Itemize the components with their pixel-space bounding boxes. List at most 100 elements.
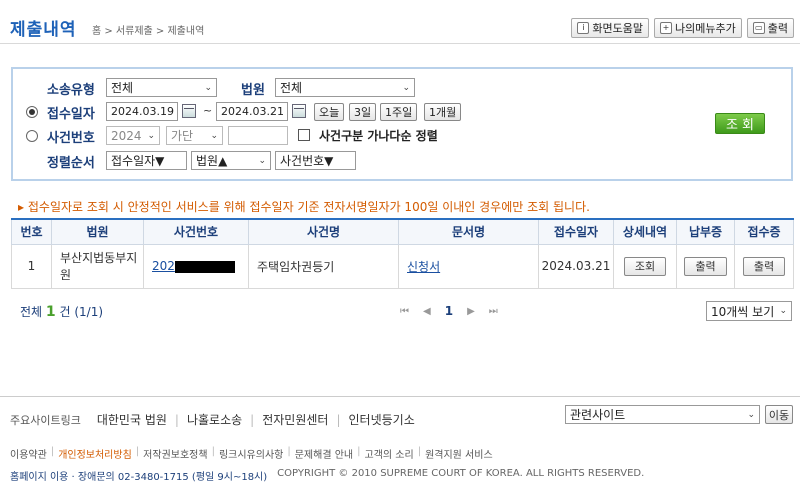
footer-link-court[interactable]: 대한민국 법원 bbox=[97, 411, 167, 428]
page-header: 제출내역 홈 > 서류제출 > 제출내역 i 화면도움말 + 나의메뉴추가 ▭ … bbox=[0, 0, 800, 44]
redacted-block bbox=[174, 260, 235, 273]
sort-select-2[interactable]: 법원▲ ⌄ bbox=[191, 151, 271, 170]
footer: 주요사이트링크 대한민국 법원 | 나홀로소송 | 전자민원센터 | 인터넷등기… bbox=[0, 396, 800, 496]
add-my-menu-button[interactable]: + 나의메뉴추가 bbox=[654, 18, 742, 38]
case-sort-checkbox[interactable] bbox=[298, 129, 310, 141]
cell-doc-name: 신청서 bbox=[398, 243, 539, 289]
table-row: 1 부산지법동부지원 202 주택임차권등기 신청서 2024.03.21 조회… bbox=[11, 243, 794, 289]
separator: | bbox=[50, 446, 55, 457]
footer-menu-voice[interactable]: 고객의 소리 bbox=[365, 446, 414, 461]
detail-view-button[interactable]: 조회 bbox=[623, 256, 667, 276]
related-site-select[interactable]: 관련사이트 ⌄ bbox=[565, 405, 760, 424]
breadcrumb: 홈 > 서류제출 > 제출내역 bbox=[92, 26, 205, 37]
chevron-down-icon: ⌄ bbox=[210, 130, 218, 141]
payment-print-button[interactable]: 출력 bbox=[684, 256, 727, 276]
cell-case-no[interactable]: 202 bbox=[143, 243, 249, 289]
first-page-icon[interactable]: ⏮ bbox=[400, 306, 409, 317]
case-no-input[interactable] bbox=[228, 126, 288, 145]
info-icon: i bbox=[577, 22, 590, 34]
chevron-down-icon: ⌄ bbox=[779, 306, 787, 316]
footer-menu-remote[interactable]: 원격지원 서비스 bbox=[425, 446, 493, 461]
lawsuit-type-label: 소송유형 bbox=[47, 83, 95, 98]
separator: | bbox=[135, 446, 140, 457]
col-header-date: 접수일자 bbox=[538, 218, 614, 245]
case-no-label: 사건번호 bbox=[47, 131, 95, 146]
footer-site-links: 주요사이트링크 대한민국 법원 | 나홀로소송 | 전자민원센터 | 인터넷등기… bbox=[10, 411, 415, 428]
date-to-input[interactable]: 2024.03.21 bbox=[216, 102, 288, 121]
total-suffix: 건 (1/1) bbox=[59, 305, 104, 319]
footer-menu-terms[interactable]: 이용약관 bbox=[10, 446, 47, 461]
col-header-receipt: 접수증 bbox=[734, 218, 794, 245]
notice-message: 접수일자로 조회 시 안정적인 서비스를 위해 접수일자 기준 전자서명일자가 … bbox=[27, 200, 590, 214]
separator: | bbox=[417, 446, 422, 457]
sort-select-3-value: 사건번호▼ bbox=[280, 154, 334, 168]
court-select[interactable]: 전체 ⌄ bbox=[275, 78, 415, 97]
help-button[interactable]: i 화면도움말 bbox=[571, 18, 650, 38]
chevron-down-icon: ⌄ bbox=[402, 82, 410, 93]
sort-order-label: 정렬순서 bbox=[47, 156, 95, 171]
case-no-link[interactable]: 202 bbox=[152, 259, 175, 273]
three-days-button[interactable]: 3일 bbox=[349, 103, 377, 121]
cell-no: 1 bbox=[11, 243, 52, 289]
search-panel: 소송유형 전체 ⌄ 법원 전체 ⌄ 접수일자 2024.03.19 ~ 2024.0… bbox=[11, 67, 793, 181]
cell-court: 부산지법동부지원 bbox=[51, 243, 144, 289]
calendar-icon[interactable] bbox=[182, 104, 196, 118]
print-button-label: 출력 bbox=[767, 22, 788, 35]
chevron-down-icon: ⌄ bbox=[204, 82, 212, 93]
date-separator: ~ bbox=[203, 104, 213, 117]
prev-page-icon[interactable]: ◀ bbox=[423, 306, 431, 317]
related-site-value: 관련사이트 bbox=[570, 408, 626, 422]
footer-link-e-civil[interactable]: 전자민원센터 bbox=[262, 411, 328, 428]
case-no-radio[interactable] bbox=[26, 130, 38, 142]
calendar-icon[interactable] bbox=[292, 104, 306, 118]
last-page-icon[interactable]: ⏭ bbox=[489, 306, 498, 317]
next-page-icon[interactable]: ▶ bbox=[467, 306, 475, 317]
footer-menu: 이용약관 | 개인정보처리방침 | 저작권보호정책 | 링크시유의사항 | 문제해결 안… bbox=[10, 446, 493, 461]
separator: | bbox=[250, 412, 255, 427]
case-kind-select[interactable]: 가단 ⌄ bbox=[166, 126, 223, 145]
page-title: 제출내역 bbox=[10, 20, 77, 40]
site-links-title: 주요사이트링크 bbox=[10, 413, 81, 427]
footer-menu-privacy[interactable]: 개인정보처리방침 bbox=[58, 446, 132, 461]
lawsuit-type-select[interactable]: 전체 ⌄ bbox=[106, 78, 217, 97]
footer-link-registry[interactable]: 인터넷등기소 bbox=[349, 411, 415, 428]
chevron-down-icon: ⌄ bbox=[147, 130, 155, 141]
cell-case-name: 주택임차권등기 bbox=[248, 243, 399, 289]
lawsuit-type-value: 전체 bbox=[111, 81, 134, 95]
col-header-doc-name: 문서명 bbox=[398, 218, 539, 245]
chevron-down-icon: ⌄ bbox=[747, 409, 755, 420]
doc-name-link[interactable]: 신청서 bbox=[407, 260, 440, 274]
total-count: 전체 1 건 (1/1) bbox=[20, 303, 103, 320]
col-header-case-no: 사건번호 bbox=[143, 218, 249, 245]
col-header-no: 번호 bbox=[11, 218, 52, 245]
footer-link-self-litigation[interactable]: 나홀로소송 bbox=[187, 411, 242, 428]
case-sort-checkbox-label: 사건구분 가나다순 정렬 bbox=[319, 129, 438, 143]
case-year-select[interactable]: 2024 ⌄ bbox=[106, 126, 160, 145]
date-from-input[interactable]: 2024.03.19 bbox=[106, 102, 178, 121]
go-button[interactable]: 이동 bbox=[765, 405, 793, 424]
sort-select-2-value: 법원▲ bbox=[196, 154, 228, 168]
page-number-current[interactable]: 1 bbox=[445, 304, 453, 318]
notice-text: ▸ 접수일자로 조회 시 안정적인 서비스를 위해 접수일자 기준 전자서명일자… bbox=[18, 198, 590, 215]
footer-menu-link-notice[interactable]: 링크시유의사항 bbox=[219, 446, 283, 461]
footer-menu-help[interactable]: 문제해결 안내 bbox=[295, 446, 353, 461]
footer-menu-copyright[interactable]: 저작권보호정책 bbox=[143, 446, 207, 461]
cell-date: 2024.03.21 bbox=[538, 243, 614, 289]
per-page-select[interactable]: 10개씩 보기 ⌄ bbox=[706, 301, 792, 321]
header-toolbar: i 화면도움말 + 나의메뉴추가 ▭ 출력 bbox=[571, 18, 794, 38]
sort-select-1[interactable]: 접수일자▼ bbox=[106, 151, 187, 170]
today-button[interactable]: 오늘 bbox=[314, 103, 345, 121]
per-page-value: 10개씩 보기 bbox=[711, 304, 775, 319]
receipt-print-button[interactable]: 출력 bbox=[742, 256, 786, 276]
sort-select-3[interactable]: 사건번호▼ bbox=[275, 151, 356, 170]
print-button[interactable]: ▭ 출력 bbox=[746, 18, 794, 38]
one-month-button[interactable]: 1개월 bbox=[424, 103, 462, 121]
separator: | bbox=[174, 412, 179, 427]
cell-payment: 출력 bbox=[676, 243, 735, 289]
cell-detail: 조회 bbox=[613, 243, 677, 289]
table-header-row: 번호 법원 사건번호 사건명 문서명 접수일자 상세내역 납부증 접수증 bbox=[11, 218, 794, 245]
court-value: 전체 bbox=[280, 81, 303, 95]
search-button[interactable]: 조 회 bbox=[715, 113, 765, 134]
one-week-button[interactable]: 1주일 bbox=[380, 103, 418, 121]
receipt-date-radio[interactable] bbox=[26, 106, 38, 118]
